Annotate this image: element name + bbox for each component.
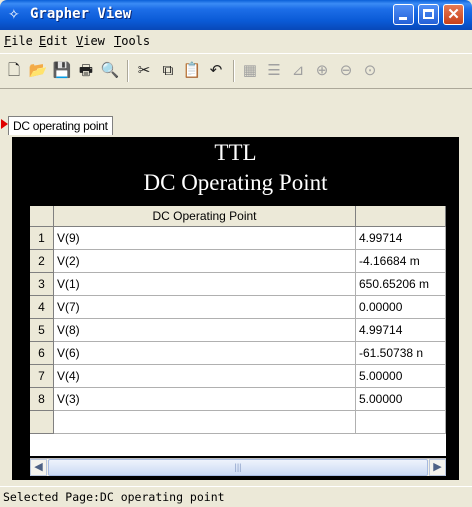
chart-subtitle: DC Operating Point [143, 170, 328, 195]
print-icon[interactable]: 🖶 [76, 61, 96, 81]
scroll-left-button[interactable]: ◀ [30, 459, 47, 476]
toolbar: 🗋 📂 💾 🖶 🔍 ✂ ⧉ 📋 ↶ ▦ ☰ ⊿ ⊕ ⊖ ⊙ [0, 53, 472, 89]
row-number-empty[interactable] [30, 411, 54, 434]
undo-icon[interactable]: ↶ [206, 61, 226, 81]
active-tab-marker-icon [1, 119, 8, 129]
menu-tools[interactable]: Tools [114, 34, 150, 48]
zoom-fit-icon[interactable]: ⊙ [360, 61, 380, 81]
results-table: DC Operating Point 1 V(9) 4.99714 2 V(2) -4.1… [30, 206, 446, 456]
chart-title: TTL [214, 140, 257, 165]
status-bar: Selected Page:DC operating point [0, 486, 472, 507]
cell-node-name[interactable]: V(6) [54, 342, 356, 365]
window-title: Grapher View [30, 6, 132, 22]
maximize-button[interactable] [418, 4, 439, 25]
toolbar-separator [127, 60, 129, 82]
toolbar-separator [233, 60, 235, 82]
cell-node-name[interactable]: V(1) [54, 273, 356, 296]
row-number[interactable]: 8 [30, 388, 54, 411]
cell-node-name[interactable]: V(2) [54, 250, 356, 273]
cell-node-value[interactable]: 5.00000 [356, 388, 446, 411]
cell-node-value[interactable]: 5.00000 [356, 365, 446, 388]
table-corner-header[interactable] [30, 206, 54, 227]
maximize-icon [423, 9, 434, 19]
zoom-in-icon[interactable]: ⊕ [312, 61, 332, 81]
open-icon[interactable]: 📂 [28, 61, 48, 81]
row-number[interactable]: 5 [30, 319, 54, 342]
minimize-icon [399, 17, 407, 20]
chart-icon[interactable]: ⊿ [288, 61, 308, 81]
column-header-value[interactable] [356, 206, 446, 227]
menu-file[interactable]: File [4, 34, 33, 48]
cell-node-name[interactable]: V(7) [54, 296, 356, 319]
menu-edit[interactable]: Edit [39, 34, 68, 48]
horizontal-scrollbar[interactable]: ◀ ||| ▶ [30, 458, 446, 476]
close-icon: ✕ [447, 6, 460, 23]
scroll-right-button[interactable]: ▶ [429, 459, 446, 476]
menu-bar: File Edit View Tools [0, 30, 472, 52]
cell-empty[interactable] [356, 411, 446, 434]
row-number[interactable]: 6 [30, 342, 54, 365]
cell-node-name[interactable]: V(8) [54, 319, 356, 342]
cell-empty[interactable] [54, 411, 356, 434]
scroll-left-icon: ◀ [34, 461, 43, 473]
status-text: Selected Page:DC operating point [3, 490, 225, 504]
minimize-button[interactable] [393, 4, 414, 25]
menu-view[interactable]: View [76, 34, 105, 48]
save-icon[interactable]: 💾 [52, 61, 72, 81]
row-number[interactable]: 1 [30, 227, 54, 250]
print-preview-icon[interactable]: 🔍 [100, 61, 120, 81]
cut-icon[interactable]: ✂ [134, 61, 154, 81]
cell-node-value[interactable]: 4.99714 [356, 319, 446, 342]
cell-node-name[interactable]: V(9) [54, 227, 356, 250]
title-bar[interactable]: ✧ Grapher View ✕ [0, 0, 472, 30]
cell-node-name[interactable]: V(3) [54, 388, 356, 411]
row-number[interactable]: 2 [30, 250, 54, 273]
grapher-app-icon: ✧ [8, 6, 20, 22]
zoom-out-icon[interactable]: ⊖ [336, 61, 356, 81]
scroll-right-icon: ▶ [433, 461, 442, 473]
cell-node-value[interactable]: 4.99714 [356, 227, 446, 250]
tab-dc-operating-point[interactable]: DC operating point [8, 116, 113, 135]
column-header-name[interactable]: DC Operating Point [54, 206, 356, 227]
cell-node-value[interactable]: -4.16684 m [356, 250, 446, 273]
row-number[interactable]: 3 [30, 273, 54, 296]
copy-icon[interactable]: ⧉ [158, 61, 178, 81]
new-icon[interactable]: 🗋 [4, 61, 24, 81]
grid-icon[interactable]: ▦ [240, 61, 260, 81]
cell-node-name[interactable]: V(4) [54, 365, 356, 388]
paste-icon[interactable]: 📋 [182, 61, 202, 81]
cell-node-value[interactable]: 650.65206 m [356, 273, 446, 296]
cell-node-value[interactable]: 0.00000 [356, 296, 446, 319]
cell-node-value[interactable]: -61.50738 n [356, 342, 446, 365]
row-number[interactable]: 4 [30, 296, 54, 319]
close-button[interactable]: ✕ [443, 4, 464, 25]
list-icon[interactable]: ☰ [264, 61, 284, 81]
row-number[interactable]: 7 [30, 365, 54, 388]
scrollbar-thumb[interactable]: ||| [48, 459, 428, 476]
